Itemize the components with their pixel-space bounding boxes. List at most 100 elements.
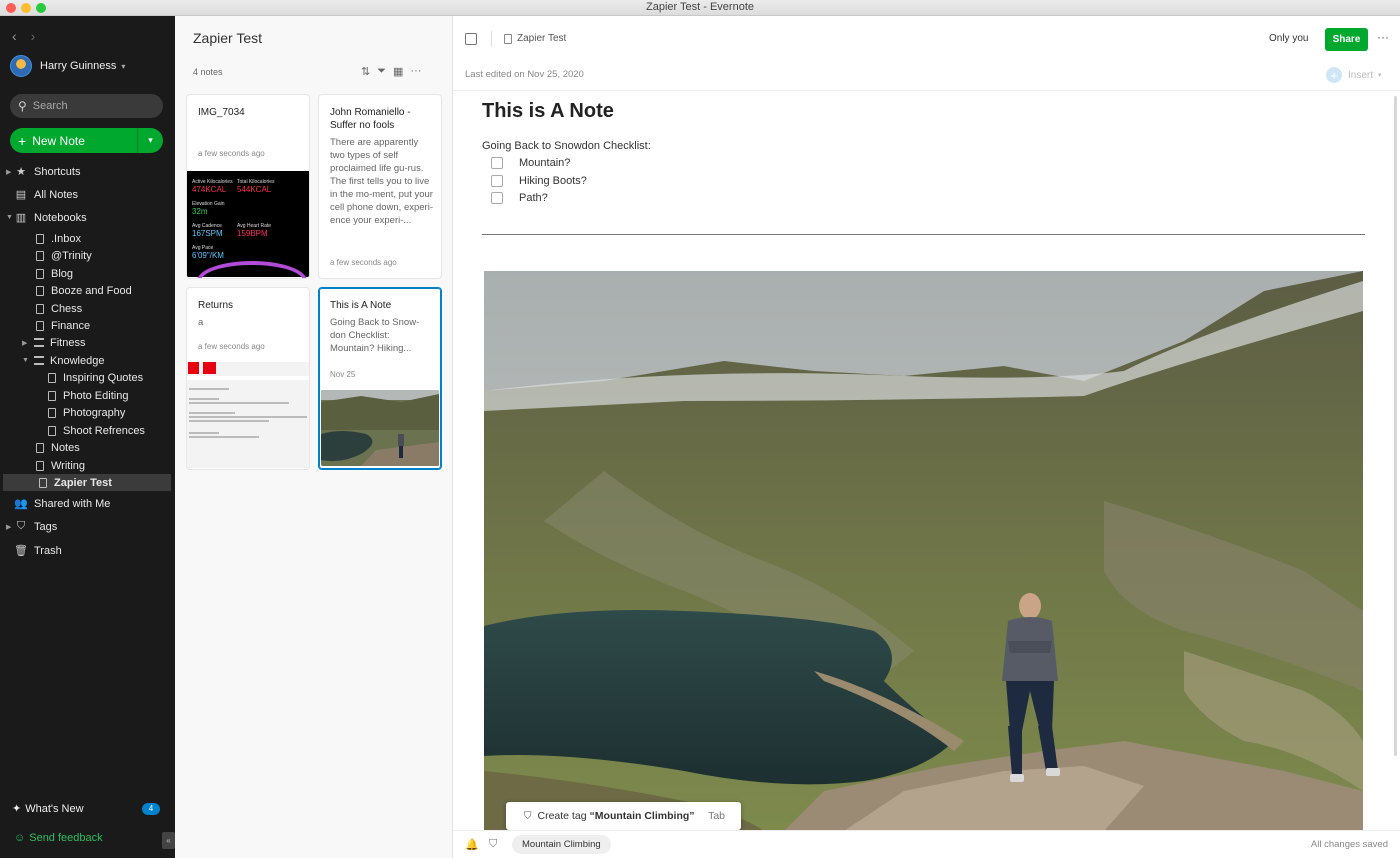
notes-icon: ▤ — [15, 189, 27, 201]
note-card-time: a few seconds ago — [330, 258, 397, 267]
more-options-icon[interactable]: ··· — [1377, 30, 1389, 44]
share-button[interactable]: Share — [1325, 28, 1368, 51]
forward-arrow-icon[interactable]: › — [31, 28, 36, 44]
breadcrumb-label: Zapier Test — [517, 33, 567, 44]
sidebar-item-inspiring-quotes[interactable]: Inspiring Quotes — [0, 369, 175, 386]
sidebar-item-all-notes[interactable]: ▤ All Notes — [0, 186, 175, 203]
expand-icon[interactable] — [465, 33, 477, 45]
sidebar-item-tags[interactable]: ▶ ⛉ Tags — [0, 518, 175, 535]
note-body-heading[interactable]: Going Back to Snowdon Checklist: — [482, 140, 651, 152]
notebook-label: .Inbox — [51, 232, 81, 245]
sidebar-item-blog[interactable]: Blog — [0, 265, 175, 282]
disclosure-arrow-icon[interactable]: ▶ — [22, 339, 34, 347]
chevron-down-icon: ▾ — [148, 135, 153, 145]
sidebar-item-knowledge[interactable]: ▼ Knowledge — [0, 352, 175, 369]
note-list-title: Zapier Test — [193, 30, 262, 46]
sidebar-item-shared-with-me[interactable]: 👥 Shared with Me — [0, 495, 175, 512]
account-menu[interactable]: Harry Guinness ▾ — [10, 55, 125, 77]
note-card-title: Returns — [198, 300, 234, 311]
add-tag-icon[interactable]: ⛉ — [489, 838, 497, 851]
people-icon: 👥 — [14, 498, 28, 510]
notebook-icon — [48, 407, 56, 418]
sidebar-item-finance[interactable]: Finance — [0, 317, 175, 334]
notebook-label: Knowledge — [50, 354, 105, 367]
disclosure-arrow-icon[interactable]: ▶ — [6, 523, 14, 531]
reminder-bell-icon[interactable]: 🔔 — [465, 838, 479, 851]
sidebar-item-photography[interactable]: Photography — [0, 404, 175, 421]
tag-input[interactable]: Mountain Climbing — [512, 835, 611, 854]
checkbox[interactable] — [491, 192, 503, 204]
mountain-lake-photo[interactable] — [484, 271, 1363, 831]
collapse-sidebar-button[interactable]: « — [162, 832, 175, 849]
notebook-icon — [36, 268, 44, 279]
note-card[interactable]: Returns a a few seconds ago — [186, 287, 310, 470]
note-card-title: This is A Note — [330, 300, 392, 311]
sidebar-item-notebooks[interactable]: ▼ ▥ Notebooks — [0, 209, 175, 226]
note-card-title: John Romaniello - Suffer no fools — [330, 107, 411, 131]
brand-logo — [203, 362, 216, 374]
checklist-item[interactable]: Path? — [491, 192, 548, 204]
fitness-stat-value: 159BPM — [237, 229, 268, 238]
note-card-snippet: There are apparently two types of self p… — [330, 137, 433, 226]
sidebar-item-shoot-refrences[interactable]: Shoot Refrences — [0, 422, 175, 439]
disclosure-arrow-icon[interactable]: ▼ — [6, 214, 14, 221]
sidebar-item-trash[interactable]: 🗑 Trash — [0, 542, 175, 559]
new-note-button[interactable]: + New Note ▾ — [10, 128, 163, 153]
notebook-icon — [48, 390, 56, 401]
insert-button[interactable]: + Insert ▾ — [1326, 67, 1382, 83]
sidebar-item-photo-editing[interactable]: Photo Editing — [0, 387, 175, 404]
disclosure-arrow-icon[interactable]: ▶ — [6, 168, 14, 176]
filter-icon[interactable]: ⏷ — [377, 65, 386, 78]
note-card-selected[interactable]: This is A Note Going Back to Snow-don Ch… — [318, 287, 442, 470]
checkbox[interactable] — [491, 175, 503, 187]
sidebar-item-fitness[interactable]: ▶ Fitness — [0, 334, 175, 351]
notebook-icon — [48, 425, 56, 436]
notebook-label: Chess — [51, 302, 83, 315]
stack-icon — [34, 356, 44, 365]
sidebar-item-booze-and-food[interactable]: Booze and Food — [0, 282, 175, 299]
notebook-icon — [36, 233, 44, 244]
whats-new-badge: 4 — [142, 802, 160, 815]
sidebar-item-label: Notebooks — [34, 211, 87, 224]
new-note-dropdown-button[interactable]: ▾ — [137, 128, 163, 153]
note-card[interactable]: John Romaniello - Suffer no fools There … — [318, 94, 442, 279]
sharing-status[interactable]: Only you — [1269, 33, 1308, 44]
back-arrow-icon[interactable]: ‹ — [12, 28, 17, 44]
view-options-icon[interactable]: ▦ — [393, 65, 403, 78]
insert-label: Insert — [1348, 69, 1374, 81]
sidebar-item-notes[interactable]: Notes — [0, 439, 175, 456]
note-card[interactable]: IMG_7034 a few seconds ago Active Kiloca… — [186, 94, 310, 279]
sidebar-item-inbox[interactable]: .Inbox — [0, 230, 175, 247]
tag-icon: ⛉ — [524, 810, 532, 822]
create-tag-suggestion[interactable]: ⛉ Create tag “Mountain Climbing” Tab — [506, 802, 741, 830]
chevron-down-icon: ▾ — [121, 61, 126, 71]
sidebar-item-shortcuts[interactable]: ▶ ★ Shortcuts — [0, 163, 175, 180]
send-feedback-label: Send feedback — [29, 832, 103, 844]
fitness-stat-value: 32m — [192, 207, 208, 216]
fitness-stat-value: 167SPM — [192, 229, 223, 238]
send-feedback-link[interactable]: ☺ Send feedback — [14, 832, 103, 844]
checklist-item[interactable]: Mountain? — [491, 157, 570, 169]
breadcrumb[interactable]: Zapier Test — [504, 33, 566, 44]
keyboard-hint: Tab — [708, 810, 725, 822]
checkbox[interactable] — [491, 157, 503, 169]
sidebar-item-zapier-test[interactable]: Zapier Test — [3, 474, 171, 491]
sidebar-item-trinity[interactable]: @Trinity — [0, 247, 175, 264]
notebook-label: Writing — [51, 459, 86, 472]
note-count: 4 notes — [193, 67, 223, 77]
sidebar-item-writing[interactable]: Writing — [0, 457, 175, 474]
avatar — [10, 55, 32, 77]
more-options-icon[interactable]: ··· — [410, 65, 421, 78]
checklist-item[interactable]: Hiking Boots? — [491, 175, 587, 187]
whats-new-button[interactable]: ✦ What's New 4 — [12, 802, 160, 815]
sidebar-item-chess[interactable]: Chess — [0, 300, 175, 317]
note-title[interactable]: This is A Note — [482, 100, 614, 123]
disclosure-arrow-icon[interactable]: ▼ — [22, 357, 34, 364]
notebook-label: Photography — [63, 406, 126, 419]
create-tag-name: “Mountain Climbing” — [589, 810, 695, 822]
sort-icon[interactable]: ⇅ — [361, 65, 370, 78]
notebook-label: Booze and Food — [51, 284, 132, 297]
user-name: Harry Guinness — [40, 60, 117, 72]
search-input[interactable]: ⚲ Search — [10, 94, 163, 118]
scrollbar[interactable] — [1394, 96, 1397, 756]
